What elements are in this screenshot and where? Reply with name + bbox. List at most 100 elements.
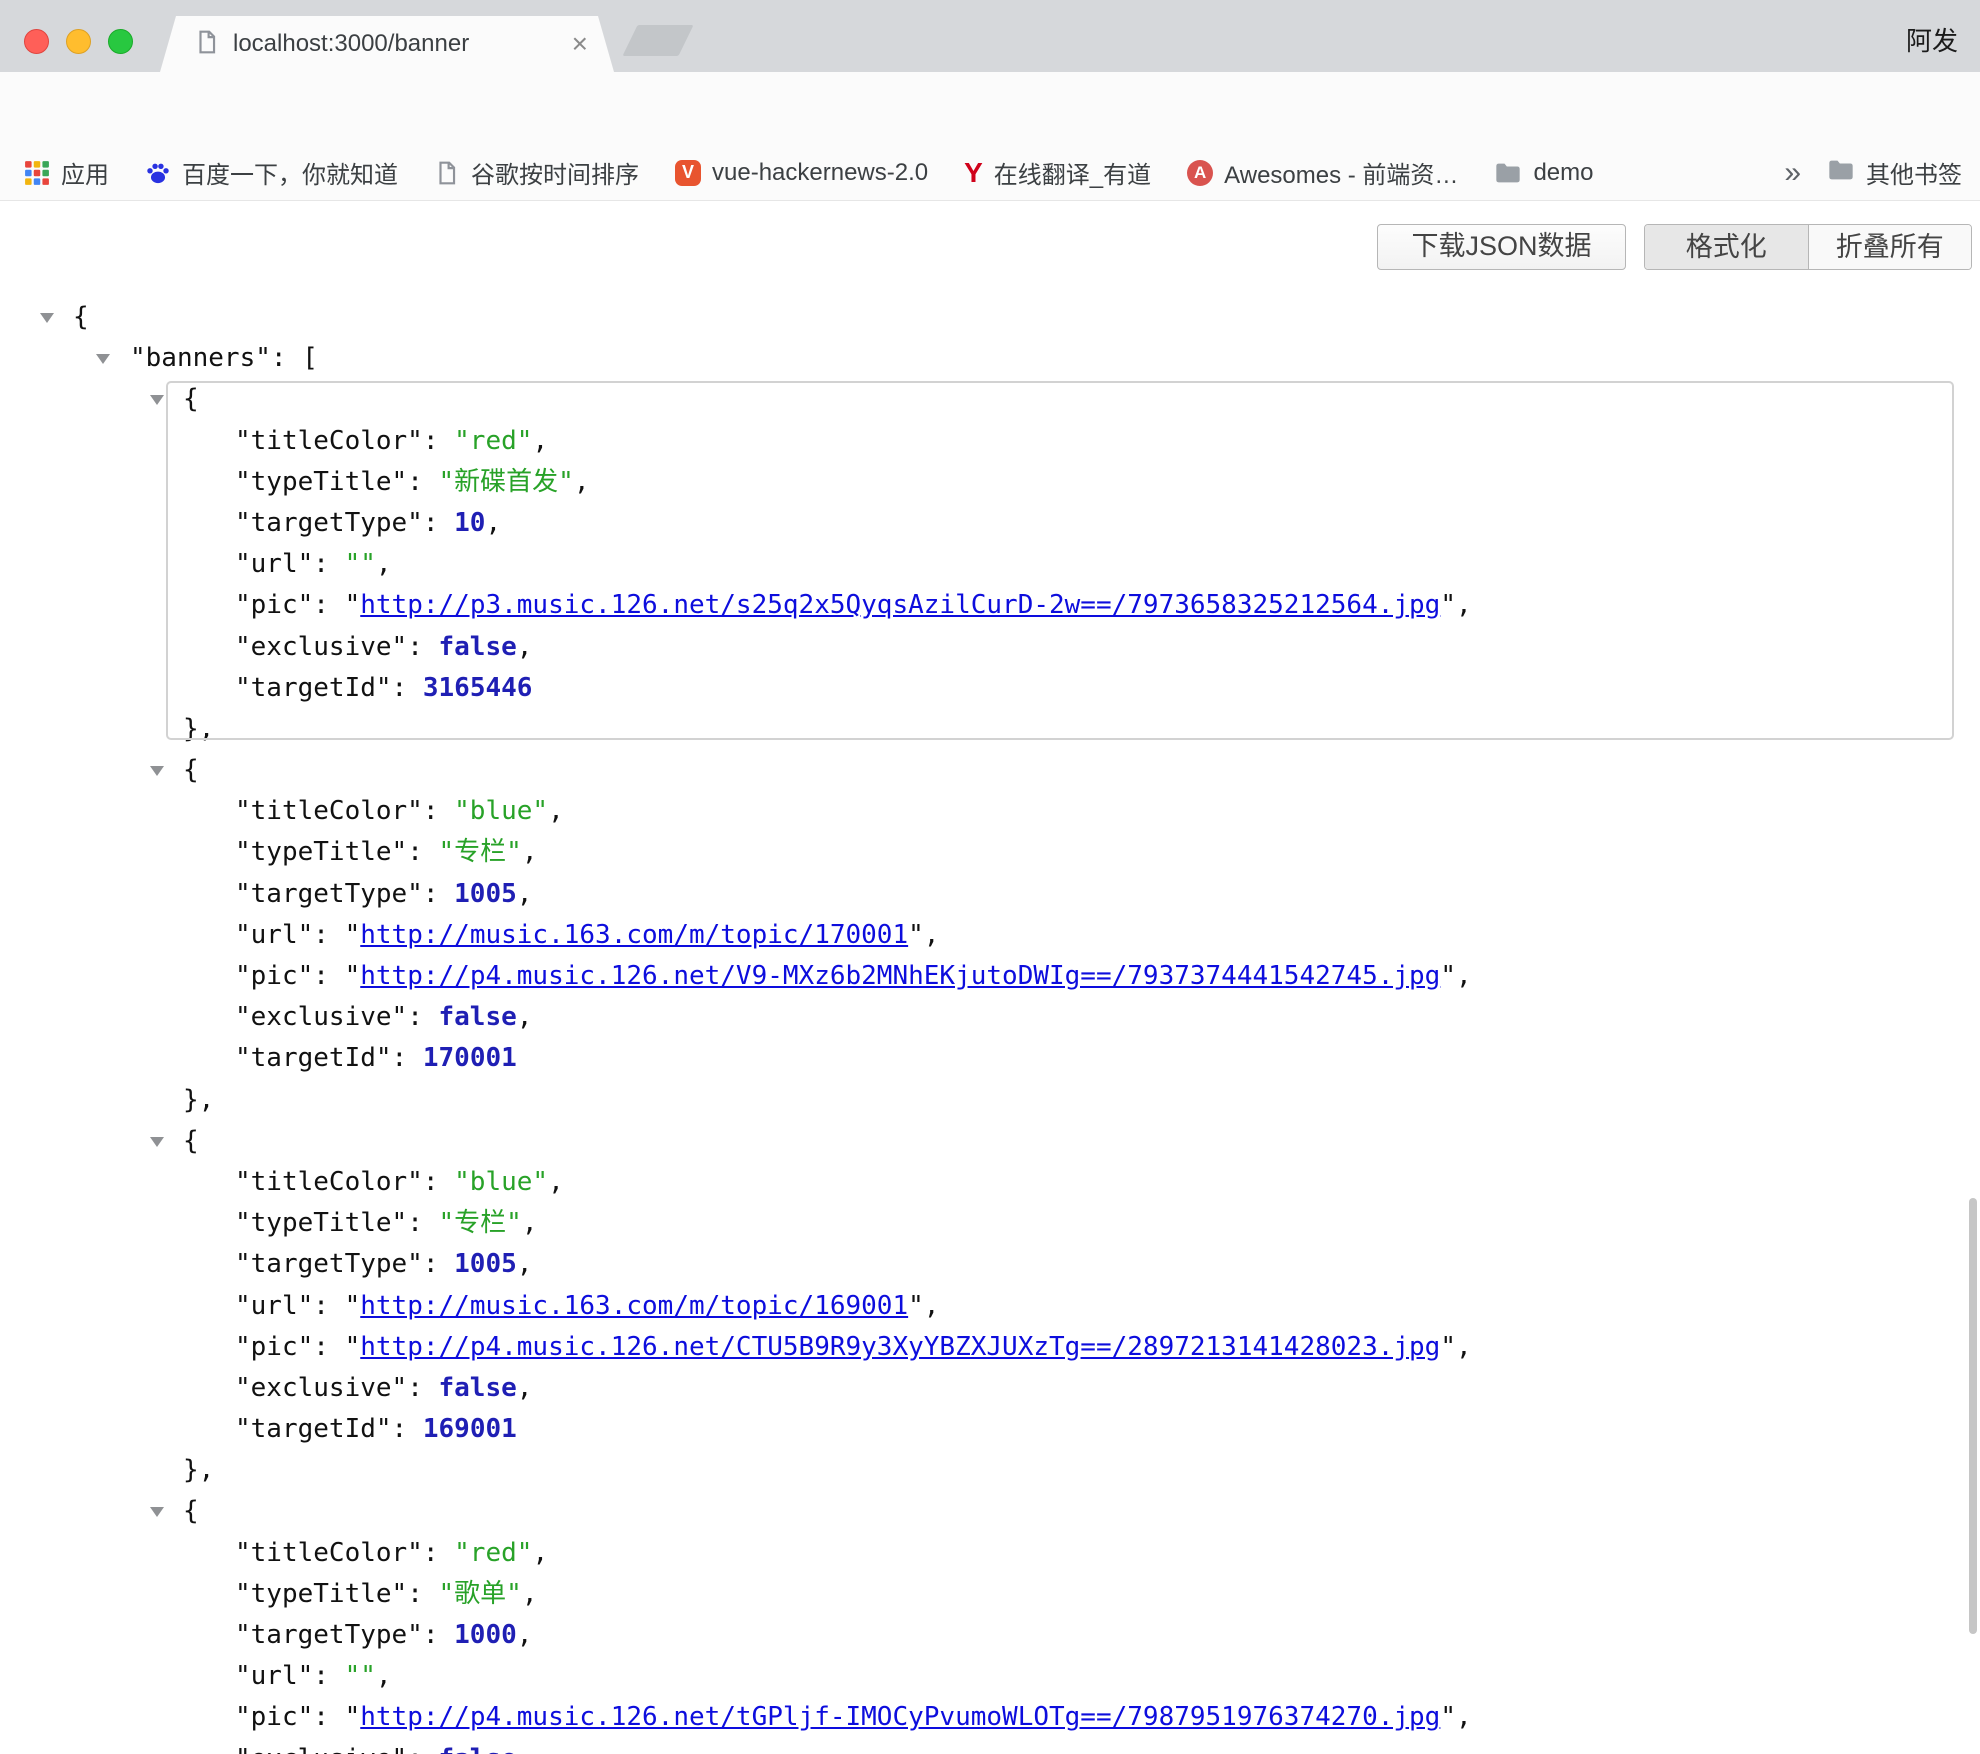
json-link[interactable]: http://p4.music.126.net/V9-MXz6b2MNhEKju… xyxy=(360,961,1440,991)
json-token: , xyxy=(924,1291,940,1321)
collapse-triangle-icon[interactable] xyxy=(150,395,164,405)
json-token: , xyxy=(517,1249,533,1279)
json-token: "exclusive" xyxy=(235,1002,407,1032)
bookmark-item[interactable]: Vvue-hackernews-2.0 xyxy=(675,159,928,187)
json-token: "pic" xyxy=(235,961,313,991)
json-token: " xyxy=(345,961,361,991)
json-token: , xyxy=(532,1538,548,1568)
json-row: "titleColor": "red", xyxy=(0,421,1980,462)
format-button[interactable]: 格式化 xyxy=(1645,225,1809,269)
bookmark-item[interactable]: demo xyxy=(1494,159,1593,187)
json-line: { xyxy=(183,1121,199,1162)
json-row: "targetId": 3165446 xyxy=(0,668,1980,709)
bookmark-label: 谷歌按时间排序 xyxy=(471,155,639,190)
json-line: "targetId": 169001 xyxy=(235,1409,517,1450)
bookmarks-overflow-chevron-icon[interactable]: » xyxy=(1784,156,1801,190)
window-controls xyxy=(24,29,133,54)
json-token: "pic" xyxy=(235,1702,313,1732)
json-line: "targetType": 1000, xyxy=(235,1615,532,1656)
scrollbar-thumb[interactable] xyxy=(1969,1198,1977,1634)
collapse-triangle-icon[interactable] xyxy=(96,354,110,364)
json-row: { xyxy=(0,750,1980,791)
json-token: , xyxy=(532,426,548,456)
download-json-button[interactable]: 下载JSON数据 xyxy=(1377,224,1626,270)
json-link[interactable]: http://music.163.com/m/topic/170001 xyxy=(360,920,908,950)
profile-name[interactable]: 阿发 xyxy=(1906,21,1958,58)
tab-close-icon[interactable]: × xyxy=(572,30,588,58)
json-token: "歌单" xyxy=(439,1579,522,1609)
json-line: "typeTitle": "新碟首发", xyxy=(235,462,589,503)
json-token: "" xyxy=(345,1661,376,1691)
bookmark-item[interactable]: Y在线翻译_有道 xyxy=(964,155,1151,190)
collapse-triangle-icon[interactable] xyxy=(40,313,54,323)
json-token: "pic" xyxy=(235,1332,313,1362)
json-token: "exclusive" xyxy=(235,1373,407,1403)
json-token: , xyxy=(376,549,392,579)
json-token: "pic" xyxy=(235,590,313,620)
json-row: "exclusive": false, xyxy=(0,997,1980,1038)
minimize-window-button[interactable] xyxy=(66,29,91,54)
json-line: }, xyxy=(183,709,214,750)
json-token: : [ xyxy=(271,343,318,373)
json-link[interactable]: http://p3.music.126.net/s25q2x5QyqsAzilC… xyxy=(360,590,1440,620)
json-token: }, xyxy=(183,1085,214,1115)
json-token: "typeTitle" xyxy=(235,1208,407,1238)
json-row: "exclusive": false, xyxy=(0,1368,1980,1409)
json-token: " xyxy=(345,1332,361,1362)
json-token: , xyxy=(924,920,940,950)
json-token: " xyxy=(1440,1702,1456,1732)
json-row: }, xyxy=(0,1450,1980,1491)
json-token: " xyxy=(1440,961,1456,991)
json-token: : xyxy=(407,1002,438,1032)
json-line: "url": "http://music.163.com/m/topic/170… xyxy=(235,915,939,956)
json-row: "url": "http://music.163.com/m/topic/169… xyxy=(0,1286,1980,1327)
json-token: , xyxy=(517,1373,533,1403)
json-row: { xyxy=(0,379,1980,420)
other-bookmarks-folder[interactable]: 其他书签 xyxy=(1827,155,1962,190)
json-line: "exclusive": false, xyxy=(235,1368,532,1409)
folder-icon xyxy=(1827,158,1855,187)
json-row: { xyxy=(0,1491,1980,1532)
json-link[interactable]: http://music.163.com/m/topic/169001 xyxy=(360,1291,908,1321)
json-token: "targetId" xyxy=(235,1043,392,1073)
bookmark-item[interactable]: 应用 xyxy=(24,155,109,190)
json-token: , xyxy=(522,1208,538,1238)
collapse-triangle-icon[interactable] xyxy=(150,766,164,776)
json-token: "新碟首发" xyxy=(439,467,574,497)
json-token: " xyxy=(908,1291,924,1321)
browser-tab[interactable]: localhost:3000/banner × xyxy=(160,16,614,72)
json-token: }, xyxy=(183,714,214,744)
json-token: " xyxy=(345,1702,361,1732)
collapse-triangle-icon[interactable] xyxy=(150,1137,164,1147)
bookmark-label: demo xyxy=(1533,159,1593,187)
bookmark-item[interactable]: 谷歌按时间排序 xyxy=(434,155,639,190)
v-square-icon: V xyxy=(675,160,701,186)
json-token: { xyxy=(183,384,199,414)
bookmark-item[interactable]: 百度一下，你就知道 xyxy=(145,155,398,190)
json-line: "pic": "http://p4.music.126.net/tGPljf-I… xyxy=(235,1697,1472,1738)
json-token: , xyxy=(522,837,538,867)
collapse-triangle-icon[interactable] xyxy=(150,1507,164,1517)
collapse-all-button[interactable]: 折叠所有 xyxy=(1809,225,1972,269)
json-token: "targetType" xyxy=(235,1620,423,1650)
json-token: "red" xyxy=(454,426,532,456)
json-token: "targetType" xyxy=(235,1249,423,1279)
fullscreen-window-button[interactable] xyxy=(108,29,133,54)
json-token: : xyxy=(407,837,438,867)
json-row: "url": "", xyxy=(0,544,1980,585)
json-token: 10 xyxy=(454,508,485,538)
json-link[interactable]: http://p4.music.126.net/tGPljf-IMOCyPvum… xyxy=(360,1702,1440,1732)
json-token: , xyxy=(574,467,590,497)
new-tab-button[interactable] xyxy=(622,25,693,56)
navigation-bar: ← → ↻ i localhost:3000/banner ☆ Ven英FET xyxy=(0,72,1980,145)
json-row: "pic": "http://p4.music.126.net/tGPljf-I… xyxy=(0,1697,1980,1738)
bookmark-item[interactable]: AAwesomes - 前端资… xyxy=(1187,155,1458,190)
youdao-icon: Y xyxy=(964,160,983,186)
json-link[interactable]: http://p4.music.126.net/CTU5B9R9y3XyYBZX… xyxy=(360,1332,1440,1362)
close-window-button[interactable] xyxy=(24,29,49,54)
json-token: "url" xyxy=(235,1661,313,1691)
json-token: , xyxy=(517,1620,533,1650)
json-token: 1005 xyxy=(454,879,517,909)
json-line: "pic": "http://p3.music.126.net/s25q2x5Q… xyxy=(235,585,1472,626)
json-line: "pic": "http://p4.music.126.net/CTU5B9R9… xyxy=(235,1327,1472,1368)
